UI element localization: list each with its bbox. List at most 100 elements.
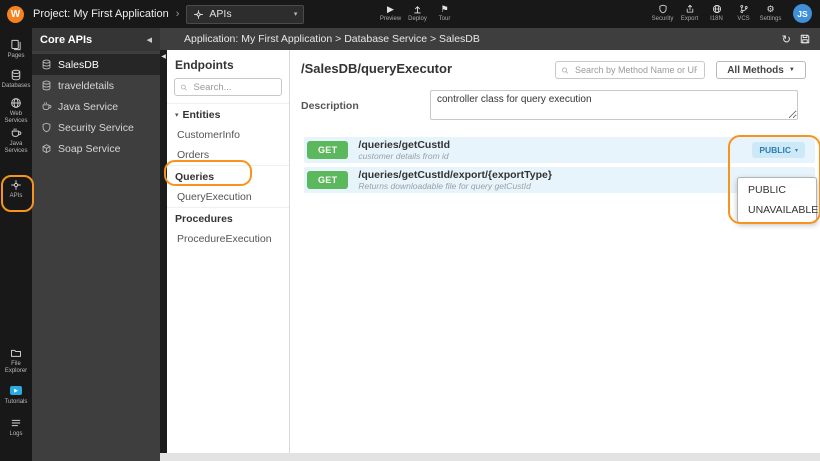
rail-item-web-services[interactable]: Web Services (0, 96, 32, 125)
save-icon[interactable] (799, 33, 811, 45)
module-dropdown-label: APIs (209, 8, 232, 20)
collapse-left-icon[interactable]: ◀ (147, 36, 152, 44)
video-play-icon: ▶ (10, 384, 22, 397)
endpoints-panel: Endpoints ▾ Entities CustomerInfo Orders… (167, 50, 290, 453)
rail-item-logs[interactable]: Logs (0, 416, 32, 438)
endpoint-subtitle: customer details from id (358, 151, 449, 161)
security-label: Security (651, 16, 674, 22)
endpoints-search-input[interactable] (191, 80, 276, 94)
access-dropdown-button[interactable]: PUBLIC ▾ (752, 142, 805, 158)
rail-item-file-explorer[interactable]: File Explorer (0, 346, 32, 375)
endpoint-path: /queries/getCustId/export/{exportType} (358, 169, 552, 181)
deploy-label: Deploy (408, 16, 427, 22)
caret-down-icon: ▼ (788, 67, 795, 73)
collapse-left-icon[interactable]: ◀ (160, 50, 167, 64)
settings-button[interactable]: ⚙ Settings (757, 3, 784, 22)
service-item-salesdb[interactable]: SalesDB (32, 54, 160, 75)
i18n-label: I18N (710, 16, 723, 22)
vcs-button[interactable]: VCS (730, 3, 757, 22)
all-methods-filter[interactable]: All Methods ▼ (716, 61, 806, 79)
service-item-soap-service[interactable]: Soap Service (32, 138, 160, 159)
main-content: /SalesDB/queryExecutor All Methods ▼ Des… (290, 50, 820, 453)
group-label: Queries (175, 171, 215, 183)
service-item-java-service[interactable]: Java Service (32, 96, 160, 117)
group-header-entities[interactable]: ▾ Entities (167, 103, 289, 125)
search-icon (561, 66, 569, 75)
service-label: SalesDB (58, 58, 99, 71)
service-item-security-service[interactable]: Security Service (32, 117, 160, 138)
rail-label: Logs (9, 431, 23, 437)
rail-item-pages[interactable]: Pages (0, 38, 32, 60)
play-icon: ▶ (387, 4, 394, 14)
core-apis-header: Core APIs ◀ (32, 28, 160, 51)
endpoint-item-orders[interactable]: Orders (167, 145, 289, 165)
menu-item-public[interactable]: PUBLIC (738, 180, 816, 200)
rail-item-databases[interactable]: Databases (0, 68, 32, 90)
soap-box-icon (41, 143, 52, 154)
rail-label: Web Services (4, 111, 28, 124)
api-icon (193, 9, 204, 20)
export-label: Export (680, 16, 699, 22)
service-item-traveldetails[interactable]: traveldetails (32, 75, 160, 96)
service-label: Java Service (58, 100, 119, 113)
i18n-button[interactable]: I18N (703, 3, 730, 22)
rail-label: Tutorials (4, 399, 28, 405)
service-label: Soap Service (58, 142, 121, 155)
page-title: /SalesDB/queryExecutor (301, 61, 453, 76)
database-icon (10, 68, 22, 81)
project-name-label: Project: My First Application (33, 8, 169, 20)
core-apis-title: Core APIs (40, 33, 93, 46)
pages-icon (10, 38, 22, 51)
method-search-input[interactable] (572, 64, 699, 76)
endpoint-subtitle: Returns downloadable file for query getC… (358, 181, 531, 191)
breadcrumb: Application: My First Application > Data… (184, 33, 480, 45)
wavemaker-studio-window: W Project: My First Application › APIs ▾… (0, 0, 820, 461)
shield-icon (41, 122, 52, 133)
flag-icon: ⚑ (440, 4, 449, 14)
endpoint-item-customerinfo[interactable]: CustomerInfo (167, 125, 289, 145)
description-input[interactable]: controller class for query execution (430, 90, 798, 120)
endpoint-row-text: /queries/getCustId/export/{exportType} R… (358, 169, 552, 191)
access-label: PUBLIC (759, 145, 791, 155)
user-avatar[interactable]: JS (793, 4, 812, 23)
method-search (555, 61, 705, 79)
endpoint-row-getcustid[interactable]: GET /queries/getCustId customer details … (304, 137, 815, 163)
rail-label: Pages (7, 53, 25, 59)
settings-label: Settings (759, 16, 782, 22)
database-icon (41, 59, 52, 70)
group-header-procedures[interactable]: Procedures (167, 207, 289, 229)
deploy-button[interactable]: Deploy (404, 3, 431, 22)
all-methods-label: All Methods (727, 64, 784, 76)
search-icon (180, 83, 188, 92)
api-icon (10, 178, 22, 191)
endpoint-row-text: /queries/getCustId customer details from… (358, 139, 450, 161)
group-header-queries[interactable]: Queries (167, 165, 289, 187)
topbar-right-actions: Security Export I18N VCS ⚙ Settings (649, 3, 784, 22)
module-dropdown[interactable]: APIs ▾ (186, 4, 305, 24)
tour-label: Tour (438, 16, 451, 22)
chevron-right-icon: › (175, 8, 180, 20)
shield-icon (658, 3, 668, 15)
wavemaker-logo[interactable]: W (7, 5, 24, 23)
endpoints-search (174, 78, 282, 96)
rail-item-apis[interactable]: APIs (0, 178, 32, 200)
security-button[interactable]: Security (649, 3, 676, 22)
preview-button[interactable]: ▶ Preview (377, 3, 404, 22)
rail-item-java-services[interactable]: Java Services (0, 126, 32, 155)
menu-item-unavailable[interactable]: UNAVAILABLE (738, 200, 818, 220)
endpoint-item-queryexecution[interactable]: QueryExecution (167, 187, 289, 207)
endpoint-item-procedureexecution[interactable]: ProcedureExecution (167, 229, 289, 249)
export-button[interactable]: Export (676, 3, 703, 22)
chevron-down-icon: ▾ (293, 11, 298, 18)
group-label: Entities (182, 109, 221, 121)
refresh-icon[interactable]: ↻ (782, 33, 791, 46)
horizontal-scrollbar[interactable] (160, 453, 820, 461)
deploy-icon (412, 3, 423, 15)
panel-splitter[interactable]: ◀ (160, 50, 167, 453)
database-icon (41, 80, 52, 91)
endpoint-path: /queries/getCustId (358, 139, 451, 151)
rail-label: Java Services (4, 141, 28, 154)
rail-item-tutorials[interactable]: ▶ Tutorials (0, 384, 32, 406)
get-method-badge: GET (307, 141, 349, 159)
tour-button[interactable]: ⚑ Tour (431, 3, 458, 22)
